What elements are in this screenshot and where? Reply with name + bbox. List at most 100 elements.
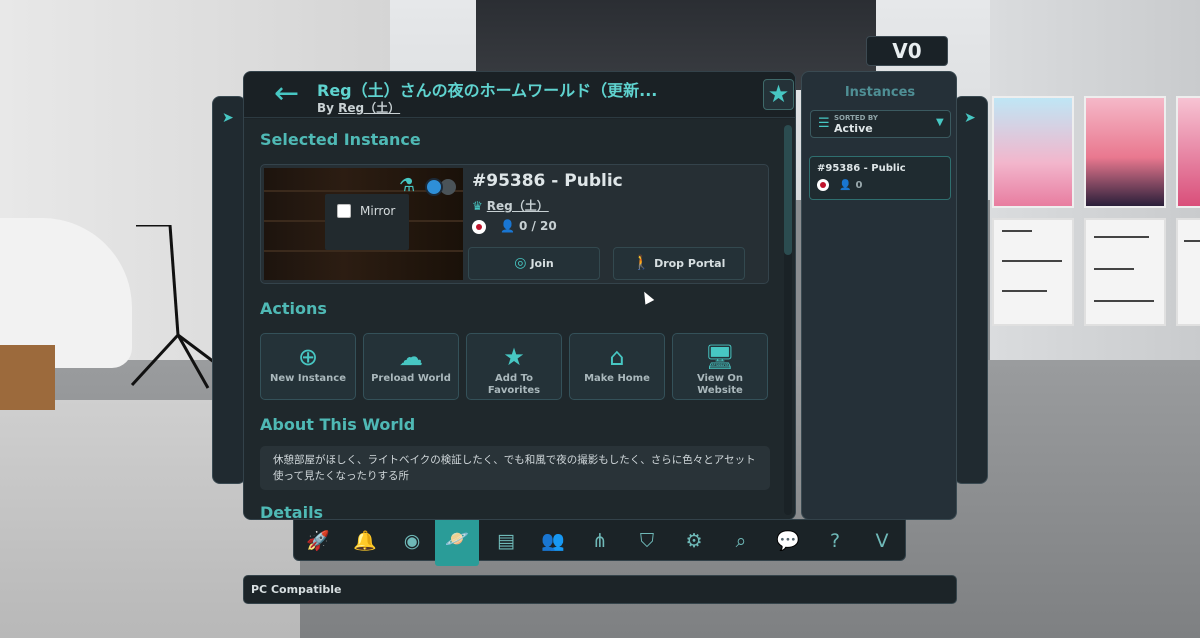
manga-page	[992, 218, 1074, 326]
world-title: Reg（土）さんの夜のホームワールド（更新...	[317, 81, 658, 100]
about-heading: About This World	[260, 415, 416, 434]
drop-portal-label: Drop Portal	[654, 257, 726, 270]
sofa-base	[0, 345, 55, 410]
search-icon: ⌕	[735, 530, 747, 552]
instance-owner: ♛ Reg（土）	[472, 197, 549, 214]
join-button[interactable]: ◎ Join	[468, 247, 600, 280]
preload-world-button[interactable]: ☁ Preload World	[363, 333, 459, 400]
back-button[interactable]: ←	[274, 79, 306, 109]
right-panel-frame: ➤	[954, 96, 988, 484]
join-label: Join	[530, 257, 554, 270]
instance-user-count: 0 / 20	[518, 219, 557, 233]
mirror-label: Mirror	[360, 204, 396, 218]
tab-search[interactable]: ⌕	[719, 522, 763, 560]
plus-circle-icon: ⊕	[297, 343, 319, 371]
add-to-favorites-button[interactable]: ★ Add To Favorites	[466, 333, 562, 400]
details-heading: Details	[260, 503, 324, 520]
poster	[992, 96, 1074, 208]
quick-menu-tabbar: 🚀 🔔 ◉ 🪐 ▤ 👥 ⋔ ⛉ ⚙ ⌕ 💬 ? V	[293, 519, 906, 566]
chevron-down-icon: ▼	[936, 117, 944, 128]
platform-compatibility-bar: PC Compatible	[243, 575, 957, 604]
crown-icon: ♛	[472, 199, 483, 213]
tab-social[interactable]: 👥	[531, 522, 575, 560]
portal-walker-icon: 🚶	[632, 255, 651, 271]
view-on-website-button[interactable]: 🖥 View On Website	[672, 333, 768, 400]
join-icon: ◎	[514, 255, 527, 271]
tab-chat[interactable]: 💬	[766, 522, 810, 560]
sort-dropdown[interactable]: ☰ SORTED BY Active ▼	[810, 110, 951, 138]
instances-heading: Instances	[844, 85, 916, 100]
users-icon: 👤	[839, 180, 852, 191]
actions-row: ⊕ New Instance ☁ Preload World ★ Add To …	[260, 333, 770, 400]
currency-icon: V	[892, 39, 908, 63]
instances-panel: Instances ☰ SORTED BY Active ▼ #95386 - …	[801, 71, 957, 520]
world-author-line: By Reg（土）	[317, 99, 400, 116]
vrchat-plus-icon: V	[875, 530, 889, 552]
tab-help[interactable]: ?	[813, 522, 857, 560]
poster-wall	[992, 96, 1200, 328]
tab-worlds[interactable]: 🪐	[435, 520, 479, 566]
instance-status-icon	[425, 178, 443, 196]
tripod-light	[130, 225, 219, 389]
help-icon: ?	[829, 530, 841, 552]
tab-safety[interactable]: ⛉	[625, 522, 669, 560]
sort-caption: SORTED BY	[834, 114, 878, 122]
drop-portal-button[interactable]: 🚶 Drop Portal	[613, 247, 745, 280]
selected-instance-heading: Selected Instance	[260, 130, 421, 149]
instance-name: #95386 - Public	[472, 171, 623, 191]
bell-icon: 🔔	[353, 530, 377, 552]
world-description: 休憩部屋がほしく、ライトベイクの検証したく、でも和風で夜の撮影もしたく、さらに色…	[260, 446, 770, 490]
poster	[1176, 96, 1200, 208]
instance-thumbnail: Mirror ⚗	[264, 168, 463, 280]
world-content-scroll[interactable]: Selected Instance Mirror ⚗ #95386 - Publ…	[244, 119, 795, 520]
left-chevron-icon: ➤	[222, 110, 234, 126]
instance-list-item[interactable]: #95386 - Public 👤 0	[809, 156, 951, 200]
by-prefix: By	[317, 101, 334, 115]
action-label: Make Home	[584, 373, 650, 384]
japan-flag-icon	[472, 219, 486, 234]
new-instance-button[interactable]: ⊕ New Instance	[260, 333, 356, 400]
chat-plus-icon: 💬	[776, 530, 800, 552]
safety-shield-icon: ⛉	[639, 530, 655, 552]
world-header: ← Reg（土）さんの夜のホームワールド（更新... By Reg（土） ★	[244, 72, 795, 118]
scrollbar-thumb[interactable]	[784, 125, 792, 255]
tab-notifications[interactable]: 🔔	[343, 522, 387, 560]
home-icon: ⌂	[609, 343, 625, 371]
mirror-toggle-popup[interactable]: Mirror	[325, 194, 409, 250]
left-panel-frame: ➤	[212, 96, 246, 484]
social-icon: 👥	[541, 530, 565, 552]
cloud-download-icon: ☁	[399, 343, 423, 371]
planet-icon: 🪐	[445, 528, 469, 550]
content-scrollbar[interactable]	[784, 125, 792, 515]
selected-instance-card: Mirror ⚗ #95386 - Public ♛ Reg（土） 👤 0 / 20…	[260, 164, 769, 284]
tab-settings[interactable]: ⚙	[672, 522, 716, 560]
sort-value: Active	[834, 122, 873, 135]
manga-page	[1084, 218, 1166, 326]
action-label: Preload World	[371, 373, 451, 384]
settings-gear-icon: ⚙	[685, 530, 703, 552]
make-home-button[interactable]: ⌂ Make Home	[569, 333, 665, 400]
action-label: New Instance	[269, 373, 347, 384]
instance-owner-link[interactable]: Reg（土）	[487, 199, 549, 213]
instance-meta: 👤 0 / 20	[472, 219, 557, 234]
actions-heading: Actions	[260, 299, 327, 318]
action-label: Add To Favorites	[487, 373, 541, 396]
tab-launchpad[interactable]: 🚀	[296, 522, 340, 560]
currency-balance[interactable]: V0	[866, 36, 948, 66]
avatar-book-icon: ▤	[497, 530, 515, 552]
tab-vrchat-plus[interactable]: V	[860, 522, 904, 560]
flask-icon: ⚗	[399, 175, 416, 196]
star-icon: ★	[503, 343, 525, 371]
world-author-link[interactable]: Reg（土）	[338, 101, 400, 115]
favorite-star-button[interactable]: ★	[763, 79, 794, 110]
tab-groups[interactable]: ⋔	[578, 522, 622, 560]
tab-avatars[interactable]: ▤	[484, 522, 528, 560]
manga-page	[1176, 218, 1200, 326]
rocket-icon: 🚀	[306, 530, 330, 552]
sort-icon: ☰	[818, 116, 830, 131]
tab-profile[interactable]: ◉	[390, 522, 434, 560]
mirror-checkbox[interactable]	[337, 204, 351, 218]
world-details-panel: ← Reg（土）さんの夜のホームワールド（更新... By Reg（土） ★ S…	[243, 71, 796, 520]
japan-flag-icon	[817, 179, 829, 191]
balance-amount: 0	[907, 39, 922, 63]
